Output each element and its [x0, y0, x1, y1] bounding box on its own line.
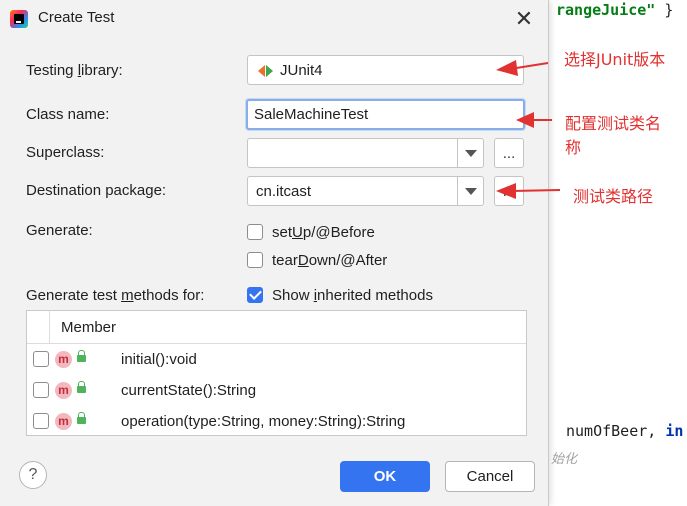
public-lock-icon — [77, 381, 86, 393]
annotation-package-path: 测试类路径 — [573, 187, 654, 206]
code-line-mid: numOfBeer, in — [566, 422, 684, 440]
method-signature: currentState():String — [121, 382, 257, 399]
public-lock-icon — [77, 350, 86, 362]
create-test-dialog: Create Test ✕ Testing library: JUnit4 Cl… — [0, 0, 549, 506]
cancel-button[interactable]: Cancel — [445, 461, 535, 492]
superclass-dropdown-button[interactable] — [457, 139, 483, 167]
member-table-header: Member — [27, 311, 526, 344]
destination-package-dropdown-button[interactable] — [457, 177, 483, 205]
public-lock-icon — [77, 412, 86, 424]
testing-library-value: JUnit4 — [280, 62, 323, 79]
table-row[interactable]: m initial():void — [27, 344, 526, 375]
row-checkbox[interactable] — [33, 382, 49, 398]
dialog-titlebar: Create Test ✕ — [0, 0, 548, 38]
close-icon[interactable]: ✕ — [512, 7, 536, 31]
junit-icon — [258, 64, 274, 78]
setup-checkbox[interactable] — [247, 224, 263, 240]
method-signature: initial():void — [121, 351, 197, 368]
class-name-input[interactable]: SaleMachineTest — [246, 99, 525, 130]
superclass-browse-button[interactable]: ... — [494, 138, 524, 168]
code-line-top: rangeJuice" } — [556, 1, 674, 19]
teardown-checkbox[interactable] — [247, 252, 263, 268]
class-name-label: Class name: — [26, 106, 110, 123]
superclass-combo[interactable] — [247, 138, 484, 168]
method-icon: m — [55, 413, 72, 430]
annotation-class-name-line2: 称 — [565, 138, 582, 157]
superclass-label: Superclass: — [26, 144, 105, 161]
teardown-checkbox-label: tearDown/@After — [272, 252, 388, 269]
method-signature: operation(type:String, money:String):Str… — [121, 413, 406, 430]
help-button[interactable]: ? — [19, 461, 47, 489]
member-table: Member m initial():void m currentState()… — [26, 310, 527, 436]
member-column-header[interactable]: Member — [61, 319, 116, 336]
ok-button[interactable]: OK — [340, 461, 430, 492]
method-icon: m — [55, 382, 72, 399]
intellij-app-icon — [10, 10, 28, 28]
testing-library-label: Testing library: — [26, 62, 123, 79]
show-inherited-checkbox[interactable] — [247, 287, 263, 303]
generate-methods-label: Generate test methods for: — [26, 287, 205, 304]
generate-label: Generate: — [26, 222, 93, 239]
class-name-value: SaleMachineTest — [254, 106, 369, 123]
show-inherited-label: Show inherited methods — [272, 287, 433, 304]
annotation-class-name-line1: 配置测试类名 — [565, 114, 662, 133]
destination-package-value: cn.itcast — [256, 183, 312, 200]
destination-package-label: Destination package: — [26, 182, 167, 199]
testing-library-select[interactable]: JUnit4 — [247, 55, 524, 85]
dialog-title: Create Test — [38, 9, 115, 26]
code-comment-faded: 始化 — [551, 451, 578, 466]
annotation-junit-version: 选择JUnit版本 — [564, 50, 666, 69]
destination-package-combo[interactable]: cn.itcast — [247, 176, 484, 206]
row-checkbox[interactable] — [33, 351, 49, 367]
setup-checkbox-label: setUp/@Before — [272, 224, 375, 241]
table-row[interactable]: m operation(type:String, money:String):S… — [27, 406, 526, 437]
table-row[interactable]: m currentState():String — [27, 375, 526, 406]
destination-package-browse-button[interactable]: ... — [494, 176, 524, 206]
row-checkbox[interactable] — [33, 413, 49, 429]
method-icon: m — [55, 351, 72, 368]
